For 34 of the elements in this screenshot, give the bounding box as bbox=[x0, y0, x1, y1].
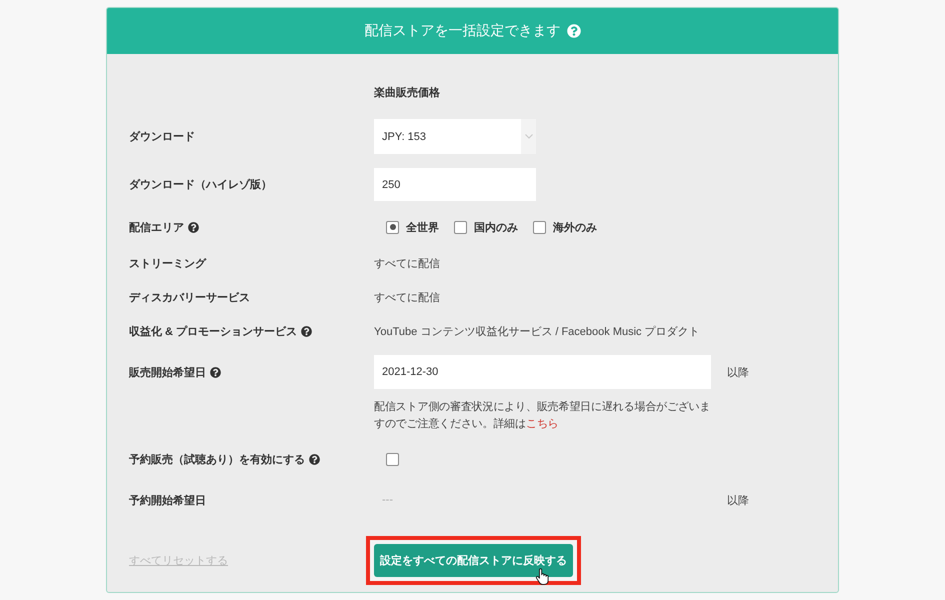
field-label: 販売開始希望日 bbox=[129, 366, 206, 380]
field-label: 収益化 & プロモーションサービス bbox=[129, 324, 298, 338]
help-icon[interactable] bbox=[210, 366, 221, 378]
field-label: ダウンロード（ハイレゾ版） bbox=[129, 178, 272, 192]
field-value: すべてに配信 bbox=[374, 256, 440, 270]
radio-button[interactable] bbox=[454, 220, 467, 234]
field-value: すべてに配信 bbox=[374, 290, 440, 304]
field-label: ディスカバリーサービス bbox=[129, 290, 250, 304]
suffix-text: 以降 bbox=[727, 494, 749, 508]
details-link[interactable]: こちら bbox=[526, 418, 558, 430]
help-icon[interactable] bbox=[301, 326, 312, 336]
help-icon[interactable] bbox=[188, 222, 199, 232]
field-label: 予約販売（試聴あり）を有効にする bbox=[129, 452, 305, 466]
radio-button[interactable] bbox=[533, 220, 546, 234]
panel-title: 配信ストアを一括設定できます bbox=[364, 22, 560, 40]
chevron-down-icon bbox=[524, 134, 532, 139]
field-label: 予約開始希望日 bbox=[129, 494, 206, 508]
checkbox[interactable] bbox=[386, 452, 399, 466]
suffix-text: 以降 bbox=[727, 366, 749, 380]
radio-button[interactable] bbox=[386, 220, 399, 234]
help-icon[interactable] bbox=[309, 454, 320, 464]
option-label: 全世界 bbox=[406, 220, 439, 234]
option-label: 国内のみ bbox=[474, 220, 518, 234]
option-label: 海外のみ bbox=[553, 220, 597, 234]
field-label: ストリーミング bbox=[129, 256, 206, 270]
empty-date-value: --- bbox=[382, 494, 393, 506]
section-heading: 楽曲販売価格 bbox=[374, 86, 440, 101]
dropdown-select[interactable]: JPY: 153 bbox=[374, 119, 536, 154]
field-label: 配信エリア bbox=[129, 220, 184, 234]
input-field[interactable]: 250 bbox=[374, 168, 536, 201]
field-value: YouTube コンテンツ収益化サービス / Facebook Music プロダクト bbox=[374, 324, 700, 338]
date-input-field[interactable]: 2021-12-30 bbox=[374, 355, 711, 389]
field-label: ダウンロード bbox=[129, 130, 195, 144]
note-text: 配信ストア側の審査状況により、販売希望日に遅れる場合がございますのでご注意ください。詳細はこちら bbox=[374, 400, 711, 432]
